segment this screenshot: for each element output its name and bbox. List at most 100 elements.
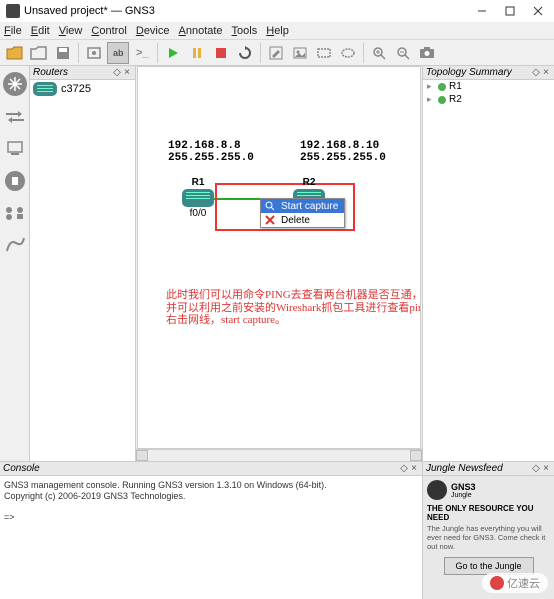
draw-ellipse-icon[interactable] [337,42,359,64]
bottom-area: Console ◇ × GNS3 management console. Run… [0,461,554,599]
ip-label-r2: 192.168.8.10 255.255.255.0 [300,140,386,164]
canvas-wrapper: 192.168.8.8 255.255.255.0 192.168.8.10 2… [136,66,422,461]
snapshot-icon[interactable] [83,42,105,64]
topo-r2-label: R2 [449,94,462,105]
ip-label-r1: 192.168.8.8 255.255.255.0 [168,140,254,164]
menu-device[interactable]: Device [136,25,170,37]
reload-icon[interactable] [234,42,256,64]
zoom-in-icon[interactable] [368,42,390,64]
topology-panel-title: Topology Summary [426,67,531,78]
jungle-body-text: The Jungle has everything you will ever … [427,524,550,551]
device-item-c3725[interactable]: c3725 [30,80,135,98]
panel-close-icon[interactable]: × [409,463,419,474]
add-note-icon[interactable] [265,42,287,64]
node-r2-label: R2 [293,177,325,188]
draw-rectangle-icon[interactable] [313,42,335,64]
security-devices-category-icon[interactable] [2,168,28,194]
panel-close-icon[interactable]: × [541,463,551,474]
topology-panel-header: Topology Summary ◇ × [423,66,554,80]
panel-undock-icon[interactable]: ◇ [531,463,541,474]
node-r1-label: R1 [182,177,214,188]
panel-close-icon[interactable]: × [122,67,132,78]
menu-control[interactable]: Control [91,25,126,37]
console-icon[interactable]: >_ [131,42,153,64]
close-button[interactable] [524,2,552,20]
pause-icon[interactable] [186,42,208,64]
routers-panel-title: Routers [33,67,112,78]
insert-image-icon[interactable] [289,42,311,64]
ctx-delete-label: Delete [281,215,310,226]
scroll-track[interactable] [148,450,410,461]
screenshot-icon[interactable] [416,42,438,64]
new-project-icon[interactable] [4,42,26,64]
stop-icon[interactable] [210,42,232,64]
add-link-icon[interactable] [2,232,28,258]
expand-icon[interactable]: ▸ [427,94,435,105]
minimize-button[interactable] [468,2,496,20]
menu-view[interactable]: View [59,25,83,37]
open-project-icon[interactable] [28,42,50,64]
scroll-left-icon[interactable] [136,450,148,461]
panel-undock-icon[interactable]: ◇ [399,463,409,474]
main-area: Routers ◇ × c3725 192.168.8.8 255.255.25… [0,66,554,461]
menu-edit[interactable]: Edit [31,25,50,37]
switches-category-icon[interactable] [2,104,28,130]
ctx-delete[interactable]: Delete [261,213,344,227]
watermark-icon [490,576,504,590]
jungle-brand: GNS3 [451,482,476,492]
inspect-icon [263,200,277,212]
gns3-logo-icon [427,480,447,500]
jungle-sub: Jungle [451,492,476,499]
menubar: File Edit View Control Device Annotate T… [0,22,554,40]
topology-canvas[interactable]: 192.168.8.8 255.255.255.0 192.168.8.10 2… [137,66,421,449]
svg-text:>_: >_ [136,47,149,59]
menu-tools[interactable]: Tools [232,25,258,37]
jungle-panel-title: Jungle Newsfeed [426,463,531,474]
device-toolbar [0,66,30,461]
device-label: c3725 [61,83,91,95]
save-project-icon[interactable] [52,42,74,64]
menu-help[interactable]: Help [266,25,289,37]
node-r1[interactable]: R1 f0/0 [182,177,214,219]
routers-category-icon[interactable] [2,70,28,98]
topo-item-r1[interactable]: ▸ R1 [423,80,554,93]
scroll-right-icon[interactable] [410,450,422,461]
topology-tree: ▸ R1 ▸ R2 [423,80,554,461]
end-devices-category-icon[interactable] [2,136,28,162]
console-panel-title: Console [3,463,399,474]
topo-r1-label: R1 [449,81,462,92]
right-panels: Topology Summary ◇ × ▸ R1 ▸ R2 [422,66,554,461]
console-output[interactable]: GNS3 management console. Running GNS3 ve… [0,476,422,599]
svg-text:ab: ab [113,48,124,58]
panel-undock-icon[interactable]: ◇ [112,67,122,78]
app-icon [6,4,20,18]
titlebar: Unsaved project* — GNS3 [0,0,554,22]
all-devices-category-icon[interactable] [2,200,28,226]
topo-item-r2[interactable]: ▸ R2 [423,93,554,106]
show-interface-labels-icon[interactable]: ab [107,42,129,64]
annotation-text: 此时我们可以用命令PING去查看两台机器是否互通， 并可以利用之前安装的Wire… [166,289,421,327]
jungle-panel-header: Jungle Newsfeed ◇ × [423,462,554,476]
panel-undock-icon[interactable]: ◇ [531,67,541,78]
zoom-out-icon[interactable] [392,42,414,64]
status-dot-green [438,83,446,91]
routers-panel-header: Routers ◇ × [30,66,135,80]
canvas-scrollbar-h[interactable] [136,449,422,461]
context-menu: Start capture Delete [260,198,345,228]
ctx-start-capture[interactable]: Start capture [261,199,344,213]
watermark-text: 亿速云 [507,575,540,591]
router-icon [33,82,57,96]
panel-close-icon[interactable]: × [541,67,551,78]
maximize-button[interactable] [496,2,524,20]
menu-file[interactable]: File [4,25,22,37]
expand-icon[interactable]: ▸ [427,81,435,92]
window-title: Unsaved project* — GNS3 [24,5,468,17]
console-panel: Console ◇ × GNS3 management console. Run… [0,462,422,599]
jungle-headline: THE ONLY RESOURCE YOU NEED [427,504,550,522]
start-icon[interactable] [162,42,184,64]
toolbar: ab >_ [0,40,554,66]
console-panel-header: Console ◇ × [0,462,422,476]
menu-annotate[interactable]: Annotate [179,25,223,37]
ctx-start-capture-label: Start capture [281,201,338,212]
watermark: 亿速云 [482,573,548,593]
